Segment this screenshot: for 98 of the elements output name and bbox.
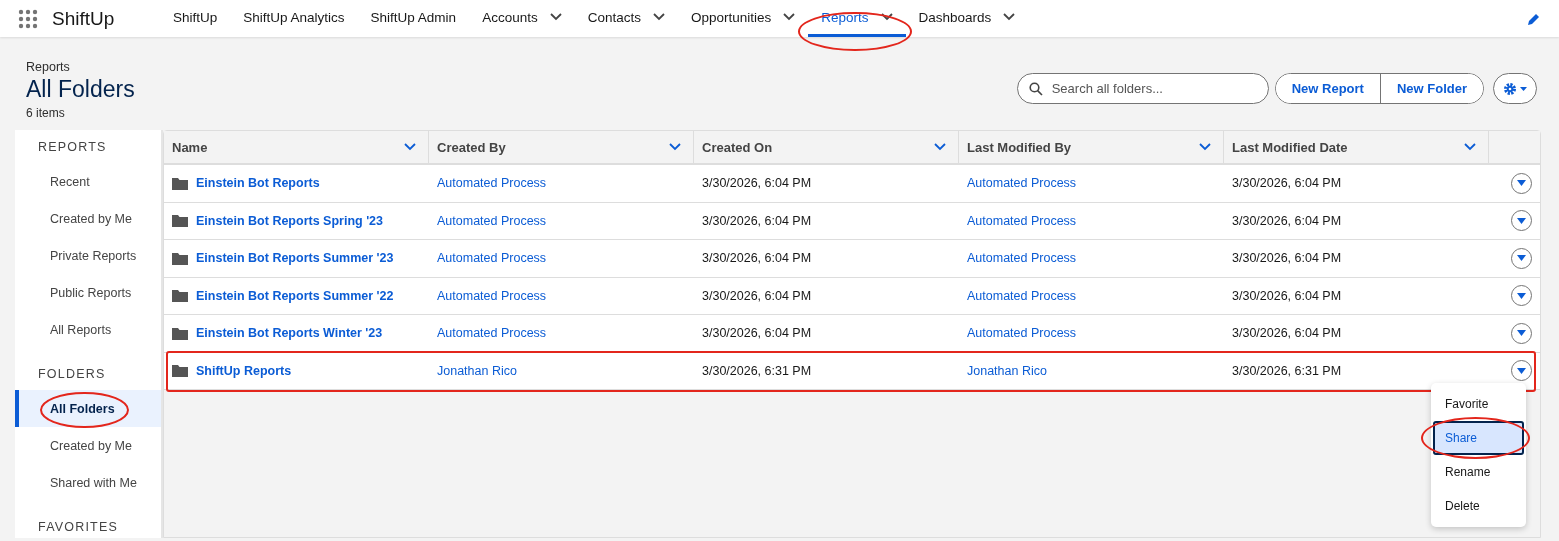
caret-icon: [1517, 217, 1526, 224]
section-heading: FOLDERS: [37, 366, 107, 383]
caret-icon: [1517, 292, 1526, 299]
caret-icon: [1517, 330, 1526, 337]
folder-icon: [172, 176, 188, 190]
table-cell-text: 3/30/2026, 6:04 PM: [701, 325, 813, 343]
caret-icon: [1517, 367, 1526, 374]
nav-tab[interactable]: Dashboards: [905, 0, 1029, 37]
sidebar-item[interactable]: Created by Me: [15, 200, 161, 237]
chevron-down-icon: [669, 143, 681, 151]
table-cell-text: 3/30/2026, 6:04 PM: [1231, 287, 1343, 305]
menu-item[interactable]: Rename: [1433, 455, 1524, 489]
section-heading: FAVORITES: [37, 519, 120, 536]
folder-link[interactable]: Einstein Bot Reports Summer '22: [196, 288, 394, 303]
nav-tab[interactable]: Opportunities: [677, 0, 809, 37]
chevron-down-icon: [404, 143, 416, 151]
sidebar-item[interactable]: All Folders: [15, 390, 161, 427]
folder-link[interactable]: Einstein Bot Reports Spring '23: [196, 213, 384, 228]
nav-tab[interactable]: Reports: [808, 0, 906, 37]
folder-icon: [172, 289, 188, 303]
user-link[interactable]: Automated Process: [437, 176, 547, 191]
table-cell-text: 3/30/2026, 6:31 PM: [1231, 362, 1343, 380]
caret-icon: [1520, 86, 1527, 91]
user-link[interactable]: Automated Process: [437, 213, 547, 228]
user-link[interactable]: Automated Process: [967, 213, 1077, 228]
search-icon: [1028, 82, 1043, 96]
chevron-down-icon: [880, 13, 893, 21]
nav-tab[interactable]: ShiftUp: [160, 0, 231, 37]
menu-item[interactable]: Delete: [1433, 489, 1524, 523]
table-cell-text: 3/30/2026, 6:04 PM: [1231, 325, 1343, 343]
table-cell-text: 3/30/2026, 6:04 PM: [1231, 212, 1343, 230]
column-header[interactable]: Created By: [429, 131, 694, 163]
column-header[interactable]: Created On: [694, 131, 959, 163]
table-cell-text: 3/30/2026, 6:04 PM: [1231, 175, 1343, 193]
item-count: 6 items: [26, 106, 66, 120]
nav-tab[interactable]: Accounts: [469, 0, 575, 37]
app-name: ShiftUp: [52, 7, 115, 30]
folder-icon: [172, 364, 188, 378]
chevron-down-icon: [783, 13, 796, 21]
caret-icon: [1517, 255, 1526, 262]
table-cell-text: 3/30/2026, 6:04 PM: [701, 287, 813, 305]
nav-tab[interactable]: ShiftUp Admin: [357, 0, 470, 37]
sidebar-item[interactable]: Created by Me: [15, 427, 161, 464]
row-menu-button[interactable]: [1511, 172, 1532, 194]
sidebar-item[interactable]: All Reports: [15, 311, 161, 348]
folder-icon: [172, 251, 188, 265]
folder-link[interactable]: Einstein Bot Reports Summer '23: [196, 251, 394, 266]
user-link[interactable]: Automated Process: [437, 251, 547, 266]
user-link[interactable]: Automated Process: [967, 176, 1077, 191]
user-link[interactable]: Automated Process: [437, 288, 547, 303]
user-link[interactable]: Automated Process: [967, 326, 1077, 341]
chevron-down-icon: [549, 13, 562, 21]
chevron-down-icon: [652, 13, 665, 21]
table-cell-text: 3/30/2026, 6:04 PM: [701, 175, 813, 193]
table-cell-text: 3/30/2026, 6:04 PM: [1231, 250, 1343, 268]
sidebar-item[interactable]: Shared with Me: [15, 464, 161, 501]
column-header[interactable]: Last Modified Date: [1224, 131, 1489, 163]
user-link[interactable]: Automated Process: [967, 288, 1077, 303]
menu-item[interactable]: Favorite: [1433, 387, 1524, 421]
folder-link[interactable]: Einstein Bot Reports Winter '23: [196, 326, 383, 341]
sidebar-item[interactable]: Private Reports: [15, 237, 161, 274]
caret-icon: [1517, 180, 1526, 187]
folder-link[interactable]: Einstein Bot Reports: [196, 176, 320, 191]
row-menu-button[interactable]: [1511, 285, 1532, 307]
table-cell-text: 3/30/2026, 6:04 PM: [701, 250, 813, 268]
chevron-down-icon: [1003, 13, 1016, 21]
user-link[interactable]: Automated Process: [437, 326, 547, 341]
row-menu-button[interactable]: [1511, 247, 1532, 269]
menu-item[interactable]: Share: [1433, 421, 1524, 455]
folder-icon: [172, 326, 188, 340]
row-menu-button[interactable]: [1511, 322, 1532, 344]
user-link[interactable]: Automated Process: [967, 251, 1077, 266]
chevron-down-icon: [1199, 143, 1211, 151]
row-menu-button[interactable]: [1511, 360, 1532, 382]
sidebar-item[interactable]: Public Reports: [15, 274, 161, 311]
table-cell-text: 3/30/2026, 6:04 PM: [701, 212, 813, 230]
user-link[interactable]: Jonathan Rico: [967, 363, 1047, 378]
column-header[interactable]: Name: [164, 131, 429, 163]
nav-tab[interactable]: ShiftUp Analytics: [230, 0, 358, 37]
row-menu-button[interactable]: [1511, 210, 1532, 232]
user-link[interactable]: Jonathan Rico: [437, 363, 517, 378]
page-title: All Folders: [26, 76, 135, 103]
column-header[interactable]: Last Modified By: [959, 131, 1224, 163]
table-cell-text: 3/30/2026, 6:31 PM: [701, 362, 813, 380]
chevron-down-icon: [934, 143, 946, 151]
chevron-down-icon: [1464, 143, 1476, 151]
folder-icon: [172, 214, 188, 228]
nav-tab[interactable]: Contacts: [574, 0, 678, 37]
folder-link[interactable]: ShiftUp Reports: [196, 363, 292, 378]
pencil-icon[interactable]: [1527, 11, 1541, 26]
app-launcher-icon[interactable]: [18, 8, 38, 29]
settings-button[interactable]: [1493, 73, 1537, 104]
action-button[interactable]: New Folder: [1379, 74, 1483, 103]
settings-icon: [1503, 81, 1517, 96]
section-heading: REPORTS: [37, 139, 108, 156]
breadcrumb: Reports: [26, 60, 71, 74]
search-field[interactable]: Search all folders...: [1016, 73, 1269, 104]
sidebar-item[interactable]: Recent: [15, 163, 161, 200]
